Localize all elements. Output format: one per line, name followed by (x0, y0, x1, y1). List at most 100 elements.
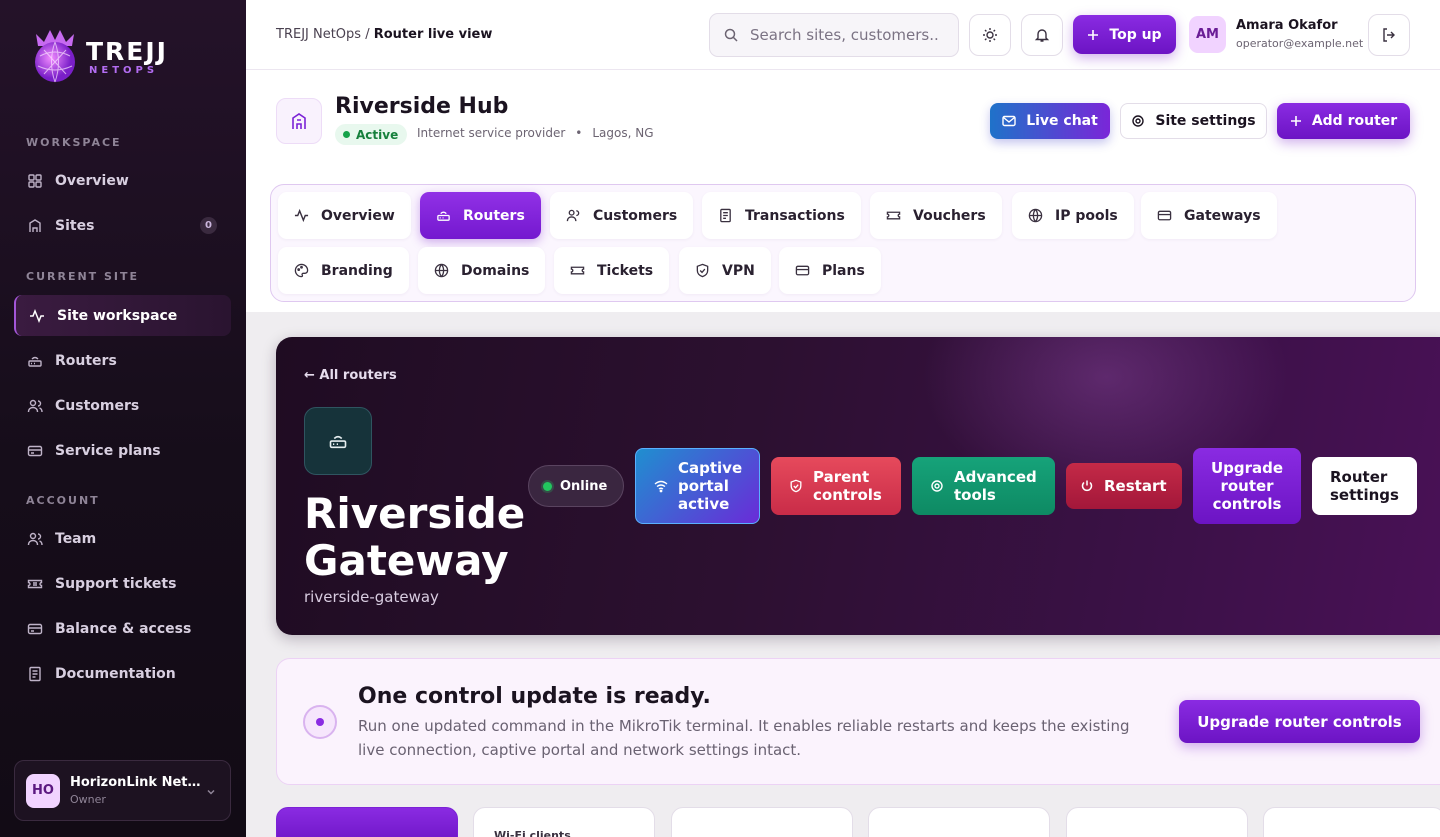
sidebar-item-label: Overview (55, 172, 129, 189)
power-icon (1081, 480, 1093, 492)
logout-button[interactable] (1368, 14, 1410, 56)
sidebar-item-customers[interactable]: Customers (14, 385, 231, 426)
breadcrumb-root[interactable]: TREJJ NetOps (276, 27, 361, 42)
add-router-button[interactable]: Add router (1277, 103, 1410, 139)
tab-customers[interactable]: Customers (550, 192, 694, 239)
theme-toggle-button[interactable] (969, 14, 1011, 56)
site-status-badge: Active (335, 124, 408, 145)
top-up-label: Top up (1109, 26, 1162, 43)
top-up-button[interactable]: Top up (1073, 15, 1176, 54)
tab-routers[interactable]: Routers (420, 192, 541, 239)
user-name: Amara Okafor (1236, 18, 1338, 33)
sidebar-item-label: Balance & access (55, 620, 192, 637)
tab-domains[interactable]: Domains (418, 247, 546, 294)
sidebar-item-site-workspace[interactable]: Site workspace (14, 295, 231, 336)
tab-label: Vouchers (913, 207, 986, 224)
upgrade-router-controls-cta[interactable]: Upgrade router controls (1179, 700, 1420, 743)
sidebar-item-label: Routers (55, 352, 117, 369)
card-icon (1157, 210, 1172, 221)
update-indicator-icon (303, 705, 337, 739)
bell-icon (1034, 29, 1050, 42)
stat-card (1066, 807, 1248, 837)
gear-icon (1132, 115, 1145, 127)
router-settings-button[interactable]: Router settings (1312, 457, 1417, 515)
status-dot (343, 131, 350, 138)
ticket-icon (886, 211, 901, 220)
site-header: Riverside Hub Active Internet service pr… (246, 70, 1440, 312)
sidebar-item-label: Service plans (55, 442, 161, 459)
tab-label: Transactions (745, 207, 845, 224)
search-box[interactable] (709, 13, 959, 57)
brand-title: TREJJ (86, 36, 168, 66)
restart-button[interactable]: Restart (1066, 463, 1182, 509)
organization-switcher[interactable]: HO HorizonLink Net… Owner (14, 760, 231, 821)
gear-icon (931, 480, 943, 492)
search-icon (724, 28, 738, 42)
stat-card-wifi-clients: Wi-Fi clients (473, 807, 655, 837)
router-name: Riverside Gateway (304, 490, 525, 584)
tab-vouchers[interactable]: Vouchers (870, 192, 1002, 239)
tab-branding[interactable]: Branding (278, 247, 409, 294)
router-icon (28, 356, 42, 367)
tab-ip-pools[interactable]: IP pools (1012, 192, 1134, 239)
live-chat-button[interactable]: Live chat (990, 103, 1110, 139)
notifications-button[interactable] (1021, 14, 1063, 56)
stat-card (868, 807, 1050, 837)
sites-count-badge: 0 (200, 217, 217, 234)
search-input[interactable] (750, 26, 940, 44)
tab-gateways[interactable]: Gateways (1141, 192, 1277, 239)
sidebar-item-service-plans[interactable]: Service plans (14, 430, 231, 471)
tab-label: VPN (722, 262, 755, 279)
site-meta: Internet service provider • Lagos, NG (417, 126, 654, 140)
sidebar-item-label: Site workspace (57, 307, 178, 324)
tab-plans[interactable]: Plans (779, 247, 881, 294)
sidebar-section-account: ACCOUNT (26, 494, 100, 507)
notice-body: Run one updated command in the MikroTik … (358, 717, 1130, 759)
site-settings-button[interactable]: Site settings (1120, 103, 1267, 139)
update-notice: One control update is ready. Run one upd… (276, 658, 1440, 785)
tab-transactions[interactable]: Transactions (702, 192, 861, 239)
router-name-line-1: Riverside (304, 489, 526, 538)
wallet-icon (27, 623, 43, 634)
user-avatar[interactable]: AM (1189, 16, 1226, 53)
grid-icon (28, 173, 42, 188)
router-status-badge: Online (528, 465, 624, 507)
document-icon (29, 666, 41, 681)
mail-icon (1002, 115, 1016, 127)
sidebar-item-label: Documentation (55, 665, 176, 682)
sidebar-item-overview[interactable]: Overview (14, 160, 231, 201)
sidebar-item-support-tickets[interactable]: Support tickets (14, 563, 231, 604)
brand-logo[interactable]: TREJJ NETOPS (30, 26, 168, 84)
sidebar-item-team[interactable]: Team (14, 518, 231, 559)
all-routers-link[interactable]: ← All routers (304, 368, 397, 383)
tab-label: Overview (321, 207, 395, 224)
sidebar-item-balance-access[interactable]: Balance & access (14, 608, 231, 649)
sidebar-item-sites[interactable]: Sites 0 (14, 205, 231, 246)
upgrade-router-controls-button[interactable]: Upgrade router controls (1193, 448, 1301, 524)
tab-label: Domains (461, 262, 530, 279)
stat-label: Wi-Fi clients (494, 829, 571, 837)
advanced-tools-button[interactable]: Advanced tools (912, 457, 1055, 515)
main-content: ← All routers Riverside Gateway riversid… (246, 312, 1440, 837)
user-email: operator@example.net (1236, 37, 1364, 50)
breadcrumb: TREJJ NetOps / Router live view (276, 27, 492, 42)
top-bar: TREJJ NetOps / Router live view Top up A… (246, 0, 1440, 70)
tab-tickets[interactable]: Tickets (554, 247, 670, 294)
site-tabs: Overview Routers Customers Transactions … (270, 184, 1416, 302)
sidebar: TREJJ NETOPS WORKSPACE Overview Sites 0 … (0, 0, 246, 837)
tab-label: Branding (321, 262, 393, 279)
site-location: Lagos, NG (592, 126, 654, 140)
sidebar-item-routers[interactable]: Routers (14, 340, 231, 381)
captive-portal-label: Captive portal active (678, 459, 743, 513)
router-hero-card: ← All routers Riverside Gateway riversid… (276, 337, 1440, 635)
tab-vpn[interactable]: VPN (679, 247, 771, 294)
sidebar-item-documentation[interactable]: Documentation (14, 653, 231, 694)
site-status-label: Active (356, 127, 399, 142)
tab-overview[interactable]: Overview (278, 192, 411, 239)
globe-icon (434, 263, 449, 278)
captive-portal-button[interactable]: Captive portal active (635, 448, 760, 524)
breadcrumb-current: Router live view (373, 27, 493, 42)
parent-controls-button[interactable]: Parent controls (771, 457, 901, 515)
advanced-tools-label: Advanced tools (954, 468, 1037, 504)
tab-label: Tickets (597, 262, 654, 279)
